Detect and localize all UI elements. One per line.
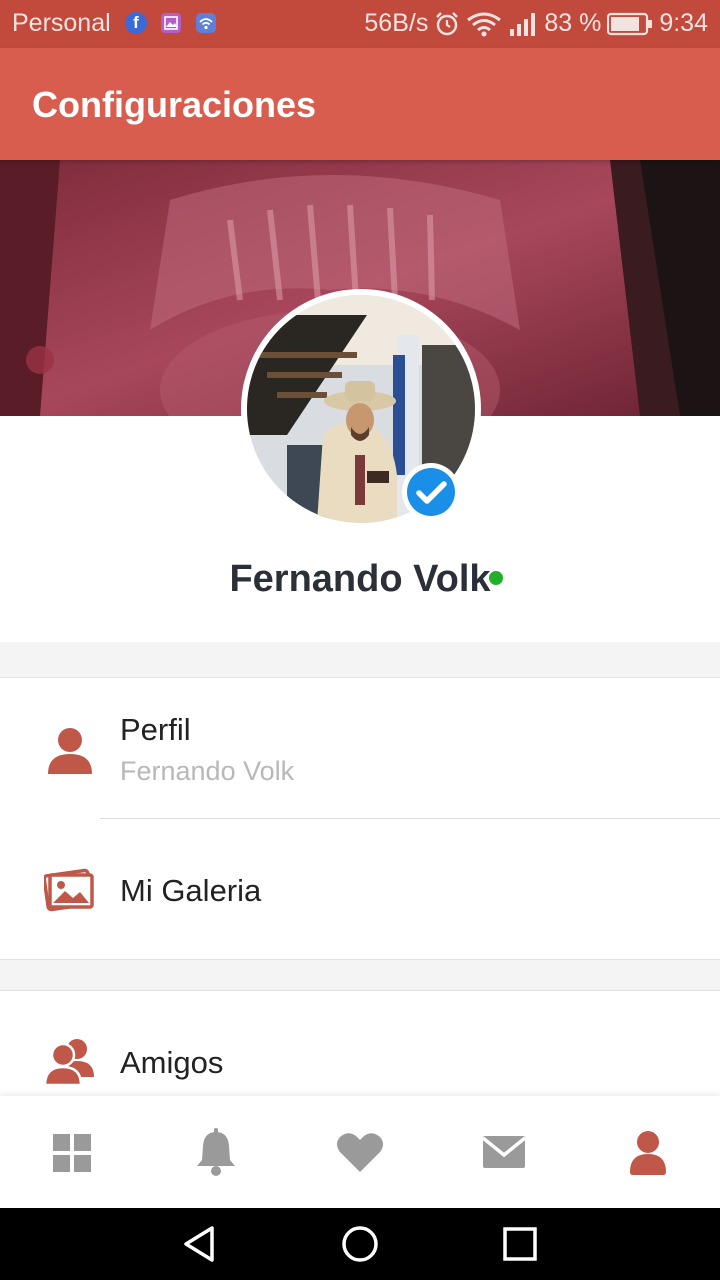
clock: 9:34 [659,9,708,37]
network-speed: 56B/s [364,9,429,37]
menu-item-perfil[interactable]: Perfil Fernando Volk [0,678,720,818]
recents-icon[interactable] [500,1224,540,1264]
menu-item-title: Mi Galeria [120,873,262,908]
bell-icon[interactable] [190,1126,242,1178]
battery-percent: 83 % [544,9,602,37]
status-right-group: 56B/s 83 % 9:34 [364,9,708,38]
avatar[interactable] [241,289,481,529]
friends-icon [44,1039,94,1087]
wifi-icon [467,12,502,36]
verified-badge-icon [402,463,460,521]
mail-icon[interactable] [478,1126,530,1178]
back-icon[interactable] [180,1224,220,1264]
facebook-icon: f [125,12,147,34]
online-status-dot [489,571,503,585]
battery-icon [607,12,653,35]
menu-item-subtitle: Fernando Volk [120,756,295,786]
person-icon [48,728,92,774]
profile-name: Fernando Volk [229,558,491,600]
wifi-app-icon [196,13,216,33]
carrier-label: Personal [12,9,111,37]
heart-icon[interactable] [334,1126,386,1178]
gallery-icon [161,13,181,33]
profile-icon[interactable] [622,1126,674,1178]
alarm-icon [436,11,459,35]
page-title: Configuraciones [32,84,317,125]
menu-item-title: Amigos [120,1045,224,1080]
menu-item-title: Perfil [120,712,191,747]
section-divider [0,642,720,678]
status-bar: Personal f 56B/s 83 % 9:34 [0,0,720,48]
menu-item-mi-galeria[interactable]: Mi Galeria [0,819,720,959]
system-navigation-bar [0,1208,720,1280]
home-icon[interactable] [340,1224,380,1264]
bottom-navigation [0,1096,720,1208]
gallery-icon [44,868,94,912]
dashboard-icon[interactable] [46,1126,98,1178]
app-bar: Configuraciones [0,48,720,160]
signal-icon [510,12,536,36]
section-divider [0,959,720,991]
menu-item-amigos[interactable]: Amigos [0,991,720,1096]
